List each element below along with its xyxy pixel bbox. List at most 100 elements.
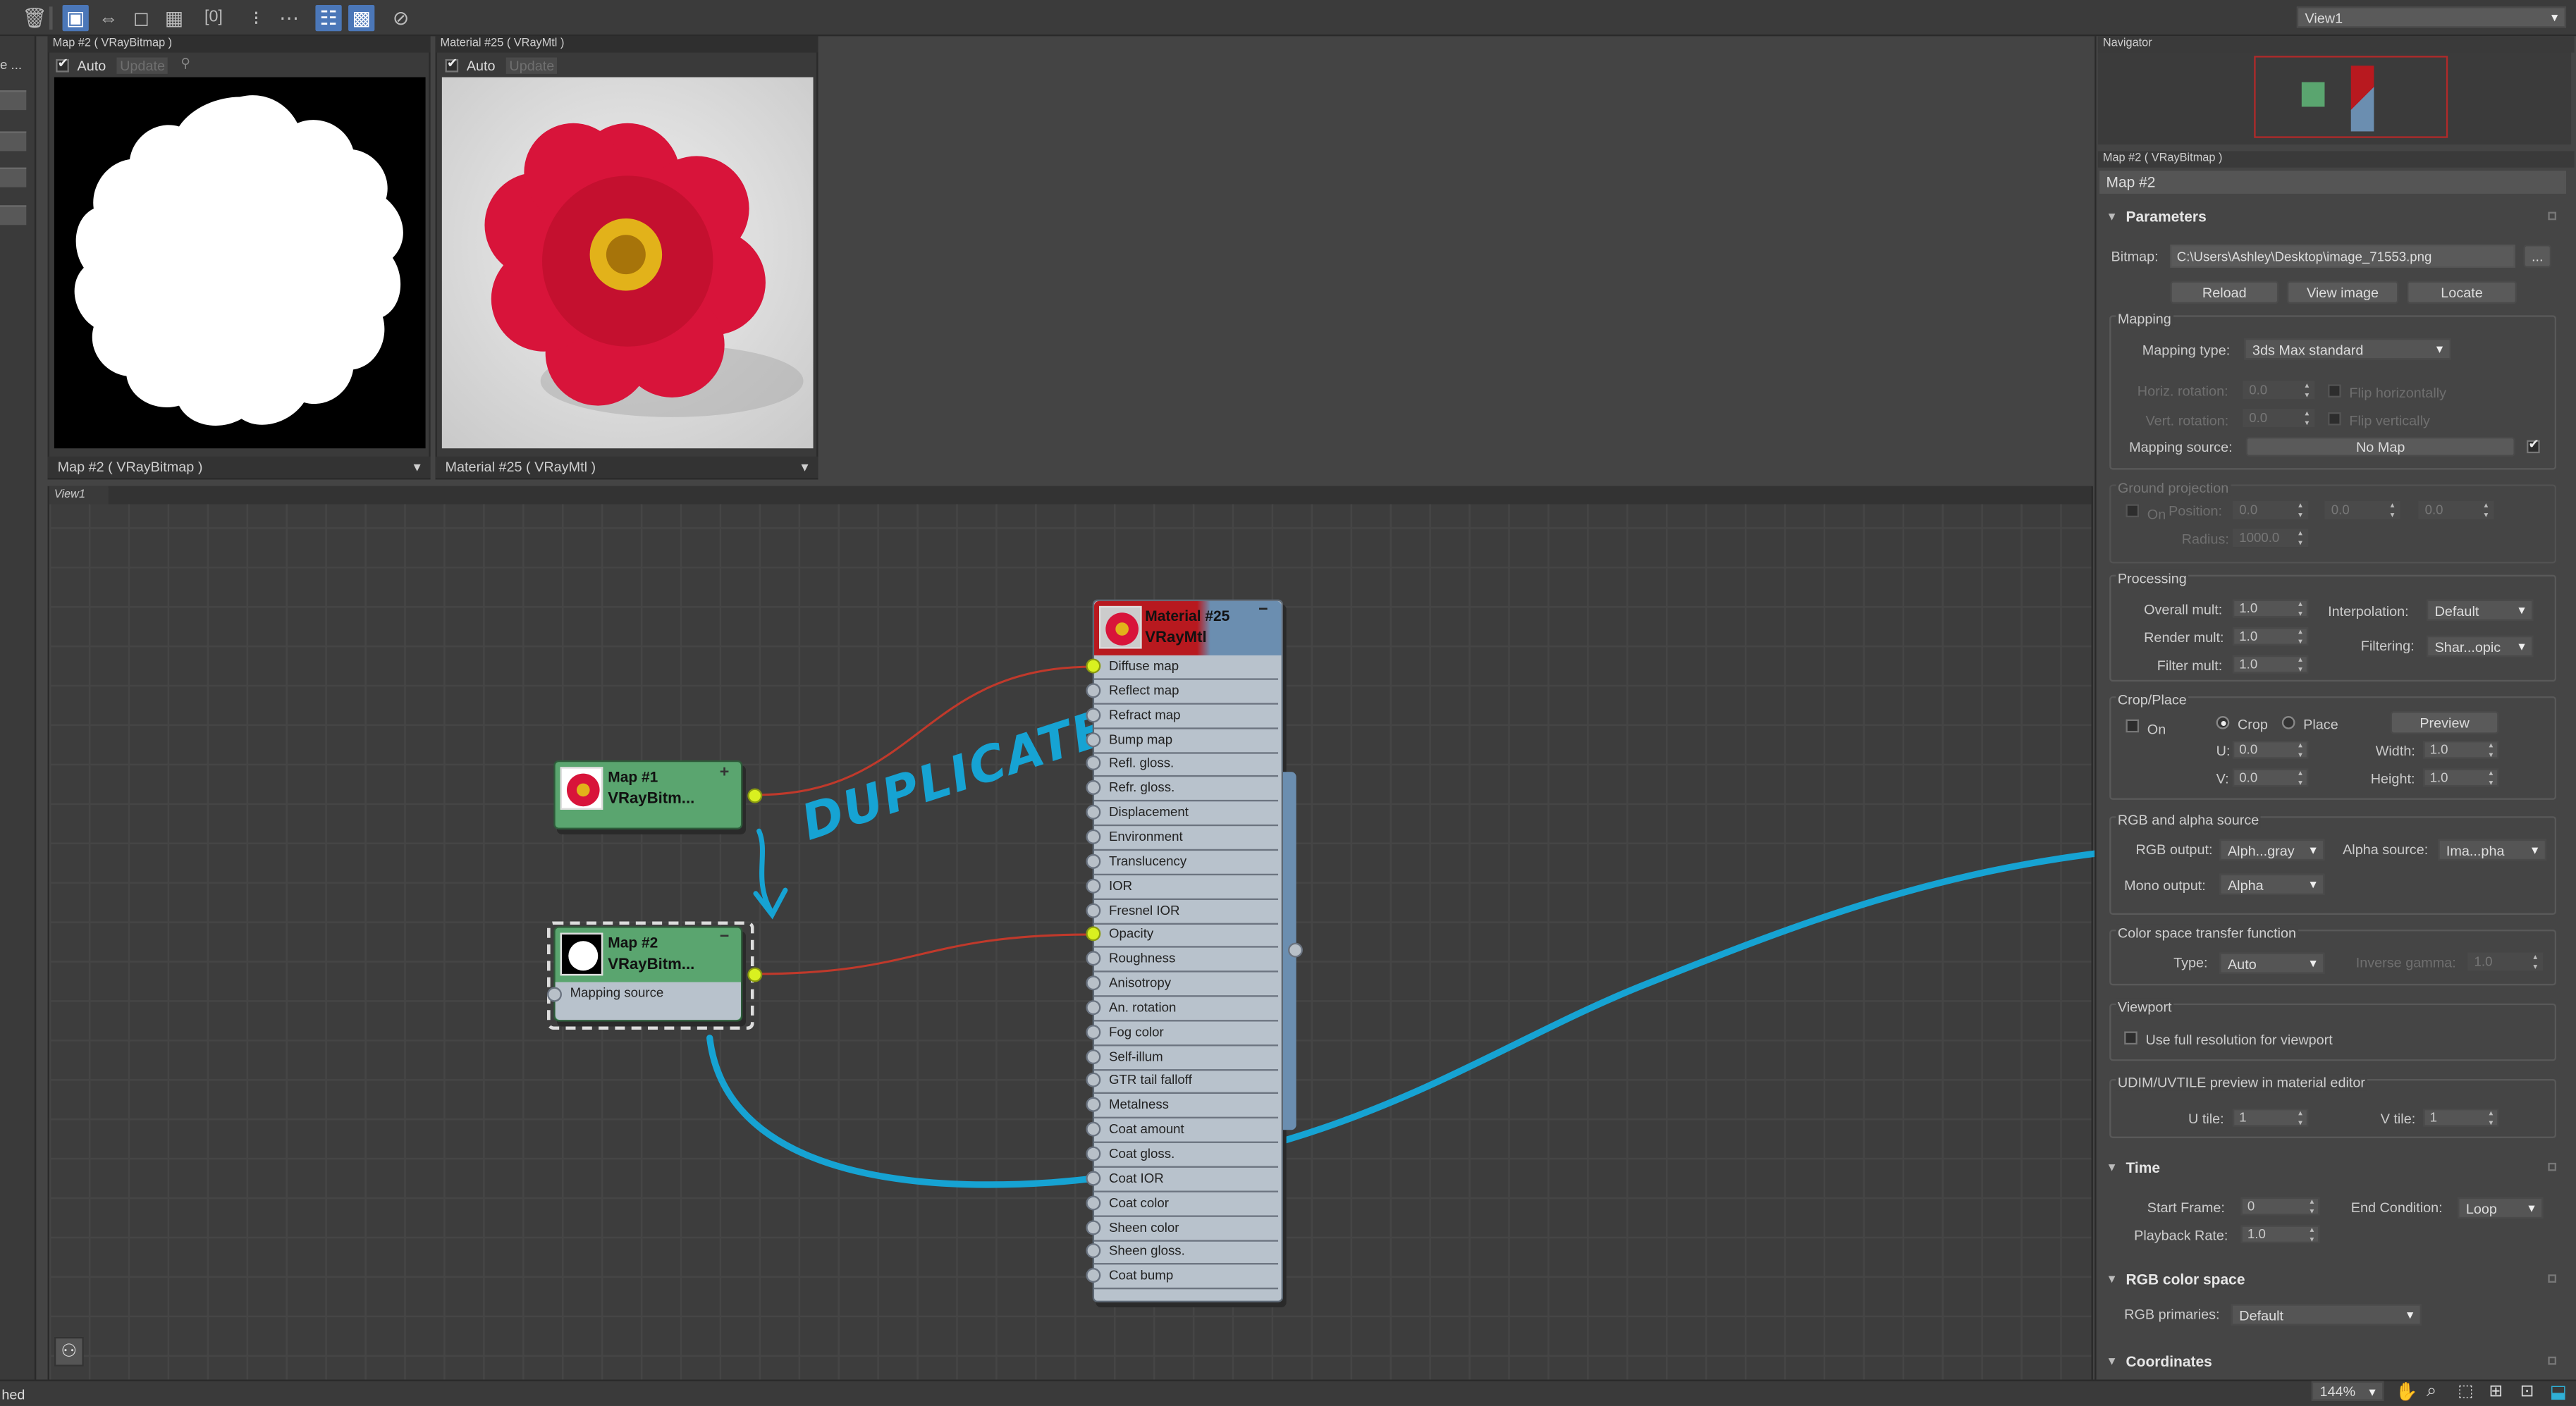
render-map-icon[interactable]: ⬓ xyxy=(2550,1381,2567,1402)
mapping-source-button[interactable]: No Map xyxy=(2245,436,2515,457)
start-frame-spinner[interactable]: 0 xyxy=(2240,1197,2320,1217)
flip-vertically-checkbox[interactable] xyxy=(2328,412,2341,426)
flip-horizontally-checkbox[interactable] xyxy=(2328,384,2341,397)
slot-input-socket[interactable] xyxy=(1086,927,1101,942)
render-mult-spinner[interactable]: 1.0 xyxy=(2232,627,2309,647)
material-slot[interactable]: Environment xyxy=(1086,826,1279,851)
rollout-pin-icon[interactable] xyxy=(2548,1274,2557,1283)
expand-icon[interactable]: + xyxy=(720,764,730,782)
slot-input-socket[interactable] xyxy=(1086,1073,1101,1088)
zoom-dropdown[interactable]: 144% xyxy=(2311,1381,2384,1401)
output-socket[interactable] xyxy=(747,967,763,982)
mapping-type-dropdown[interactable]: 3ds Max standard xyxy=(2244,338,2451,360)
u-tile-spinner[interactable]: 1 xyxy=(2232,1108,2309,1128)
material-slot[interactable]: Anisotropy xyxy=(1086,973,1279,997)
rollout-parameters[interactable]: ▼ Parameters xyxy=(2099,207,2566,228)
material-slot[interactable]: An. rotation xyxy=(1086,997,1279,1022)
material-slot[interactable]: Opacity xyxy=(1086,923,1279,949)
collapse-icon[interactable]: − xyxy=(720,928,730,946)
slot-input-socket[interactable] xyxy=(1086,829,1101,844)
slot-input-socket[interactable] xyxy=(1086,1146,1101,1161)
ground-on-checkbox[interactable] xyxy=(2126,504,2140,518)
rollout-pin-icon[interactable] xyxy=(2548,211,2557,221)
position-x-spinner[interactable]: 0.0 xyxy=(2232,500,2309,521)
rollout-coordinates[interactable]: ▼ Coordinates xyxy=(2099,1352,2566,1373)
material-slot[interactable]: Coat amount xyxy=(1086,1118,1279,1144)
slot-input-socket[interactable] xyxy=(1086,1268,1101,1283)
zoom-region-icon[interactable]: ⬚ xyxy=(2458,1383,2473,1401)
rollout-time[interactable]: ▼ Time xyxy=(2099,1158,2566,1179)
position-z-spinner[interactable]: 0.0 xyxy=(2418,500,2494,521)
collapse-icon[interactable]: − xyxy=(1258,601,1268,619)
slot-input-socket[interactable] xyxy=(1086,756,1101,771)
slot-input-socket[interactable] xyxy=(1086,951,1101,966)
mapping-source-checkbox[interactable] xyxy=(2527,437,2540,454)
material-slot[interactable]: Refr. gloss. xyxy=(1086,777,1279,802)
slot-input-socket[interactable] xyxy=(1086,780,1101,796)
material-slot[interactable]: Roughness xyxy=(1086,948,1279,973)
locate-button[interactable]: Locate xyxy=(2406,280,2517,304)
node-map1[interactable]: Map #1 VRayBitm... + xyxy=(553,760,743,830)
material-slot[interactable]: Displacement xyxy=(1086,801,1279,827)
colorspace-type-dropdown[interactable]: Auto xyxy=(2219,952,2325,974)
horiz-rotation-spinner[interactable]: 0.0 xyxy=(2242,381,2315,401)
filter-mult-spinner[interactable]: 1.0 xyxy=(2232,655,2309,675)
bitmap-path-field[interactable]: C:\Users\Ashley\Desktop\image_71553.png xyxy=(2170,245,2515,268)
slot-input-socket[interactable] xyxy=(1086,805,1101,820)
crop-preview-button[interactable]: Preview xyxy=(2390,711,2499,734)
material-slot[interactable]: Coat IOR xyxy=(1086,1168,1279,1192)
material-slot[interactable]: Metalness xyxy=(1086,1094,1279,1119)
material-slot[interactable]: Sheen color xyxy=(1086,1216,1279,1241)
vert-rotation-spinner[interactable]: 0.0 xyxy=(2242,409,2315,428)
material-slot[interactable]: Refl. gloss. xyxy=(1086,753,1279,778)
view-image-button[interactable]: View image xyxy=(2286,280,2399,304)
slot-input-socket[interactable] xyxy=(1086,853,1101,869)
slot-input-socket[interactable] xyxy=(1086,683,1101,698)
radius-spinner[interactable]: 1000.0 xyxy=(2232,529,2309,548)
material-slot[interactable]: Sheen gloss. xyxy=(1086,1240,1279,1266)
slot-input-socket[interactable] xyxy=(1086,732,1101,747)
output-socket[interactable] xyxy=(747,788,763,803)
material-slot[interactable]: Bump map xyxy=(1086,729,1279,753)
slot-input-socket[interactable] xyxy=(1086,999,1101,1015)
crop-on-checkbox[interactable] xyxy=(2126,719,2140,733)
material-slot[interactable]: Coat gloss. xyxy=(1086,1143,1279,1168)
height-spinner[interactable]: 1.0 xyxy=(2423,768,2499,789)
slot-input-socket[interactable] xyxy=(1086,1121,1101,1137)
slot-input-socket[interactable] xyxy=(1086,1171,1101,1186)
interpolation-dropdown[interactable]: Default xyxy=(2426,599,2534,621)
map-name-field[interactable]: Map #2 xyxy=(2099,171,2567,194)
material-slot[interactable]: Diffuse map xyxy=(1086,655,1279,680)
rollout-rgb-color-space[interactable]: ▼ RGB color space xyxy=(2099,1269,2566,1290)
slot-input-socket[interactable] xyxy=(1086,902,1101,918)
v-tile-spinner[interactable]: 1 xyxy=(2423,1108,2499,1128)
input-socket[interactable] xyxy=(547,987,562,1002)
node-material25[interactable]: Material #25 VRayMtl − Diffuse map Reflec… xyxy=(1086,599,1284,1302)
overall-mult-spinner[interactable]: 1.0 xyxy=(2232,599,2309,619)
material-slot[interactable]: Translucency xyxy=(1086,851,1279,875)
place-radio[interactable] xyxy=(2281,716,2295,729)
zoom-extents-icon[interactable]: ⊞ xyxy=(2489,1383,2503,1401)
material-slot[interactable]: Fresnel IOR xyxy=(1086,899,1279,924)
filtering-dropdown[interactable]: Shar...opic xyxy=(2426,635,2534,658)
material-slot[interactable]: Reflect map xyxy=(1086,679,1279,705)
material-slot[interactable]: IOR xyxy=(1086,875,1279,900)
slot-input-socket[interactable] xyxy=(1086,1097,1101,1113)
browse-button[interactable]: ... xyxy=(2523,245,2552,268)
rgb-output-dropdown[interactable]: Alph...gray xyxy=(2219,839,2325,861)
slot-input-socket[interactable] xyxy=(1086,658,1101,674)
rollout-pin-icon[interactable] xyxy=(2548,1162,2557,1171)
inverse-gamma-spinner[interactable]: 1.0 xyxy=(2467,952,2544,973)
slot-input-socket[interactable] xyxy=(1086,1024,1101,1040)
slot-input-socket[interactable] xyxy=(1086,1049,1101,1064)
v-spinner[interactable]: 0.0 xyxy=(2232,768,2309,789)
slot-input-socket[interactable] xyxy=(1086,1195,1101,1210)
slot-mapping-source[interactable]: Mapping source xyxy=(570,985,664,1000)
u-spinner[interactable]: 0.0 xyxy=(2232,740,2309,760)
material-slot[interactable]: Refract map xyxy=(1086,704,1279,729)
material-slot[interactable]: Self-illum xyxy=(1086,1045,1279,1071)
end-condition-dropdown[interactable]: Loop xyxy=(2458,1197,2544,1219)
slot-input-socket[interactable] xyxy=(1086,877,1101,893)
rollout-pin-icon[interactable] xyxy=(2548,1356,2557,1365)
material-slot[interactable]: GTR tail falloff xyxy=(1086,1070,1279,1095)
